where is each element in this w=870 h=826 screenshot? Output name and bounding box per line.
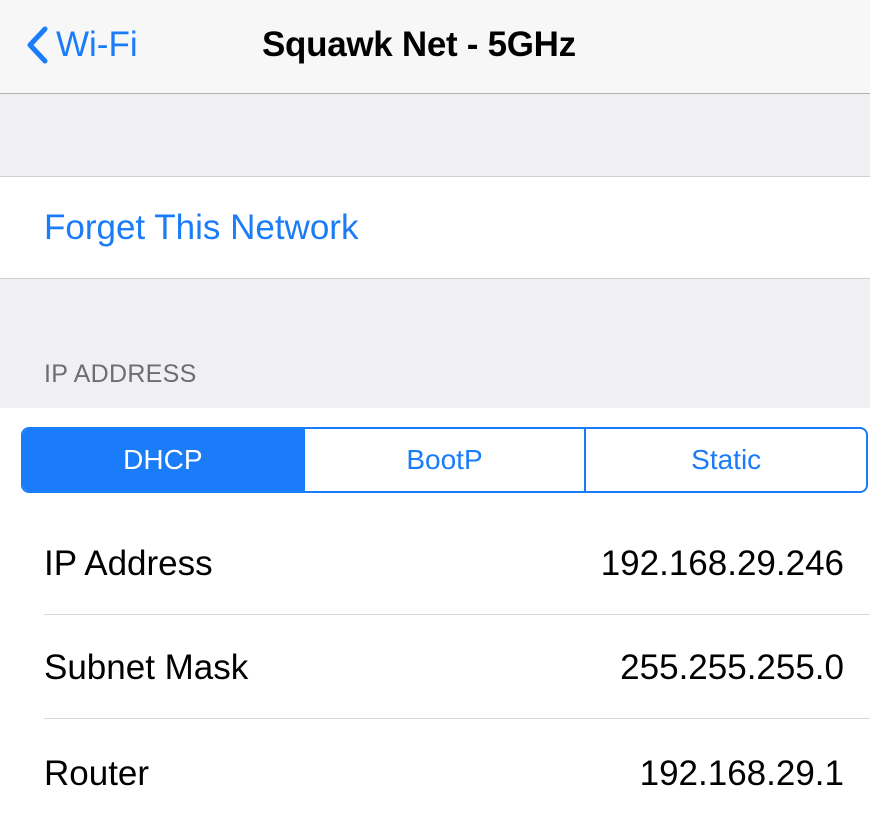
back-button[interactable]: Wi-Fi	[26, 20, 138, 70]
ip-address-section-header: IP ADDRESS	[44, 360, 197, 388]
ip-mode-segmented-control[interactable]: DHCP BootP Static	[21, 427, 868, 493]
router-row: Router 192.168.29.1	[0, 722, 870, 826]
chevron-left-icon	[26, 26, 48, 64]
router-value: 192.168.29.1	[639, 754, 844, 793]
subnet-mask-value: 255.255.255.0	[620, 648, 844, 687]
row-divider	[44, 718, 870, 719]
segment-bootp[interactable]: BootP	[302, 429, 585, 491]
router-label: Router	[44, 754, 150, 793]
subnet-mask-label: Subnet Mask	[44, 648, 249, 687]
segment-static[interactable]: Static	[584, 429, 866, 491]
page-title: Squawk Net - 5GHz	[262, 25, 576, 64]
forget-network-row[interactable]: Forget This Network	[0, 177, 870, 279]
ip-address-value: 192.168.29.246	[600, 544, 844, 583]
back-button-label: Wi-Fi	[56, 25, 138, 64]
ip-address-label: IP Address	[44, 544, 213, 583]
subnet-mask-row: Subnet Mask 255.255.255.0	[0, 616, 870, 720]
ip-address-row: IP Address 192.168.29.246	[0, 512, 870, 616]
row-divider	[44, 614, 870, 615]
segment-dhcp[interactable]: DHCP	[23, 429, 303, 491]
forget-network-button[interactable]: Forget This Network	[44, 208, 358, 248]
group-spacer	[0, 94, 870, 177]
navigation-bar: Wi-Fi Squawk Net - 5GHz	[0, 0, 870, 94]
